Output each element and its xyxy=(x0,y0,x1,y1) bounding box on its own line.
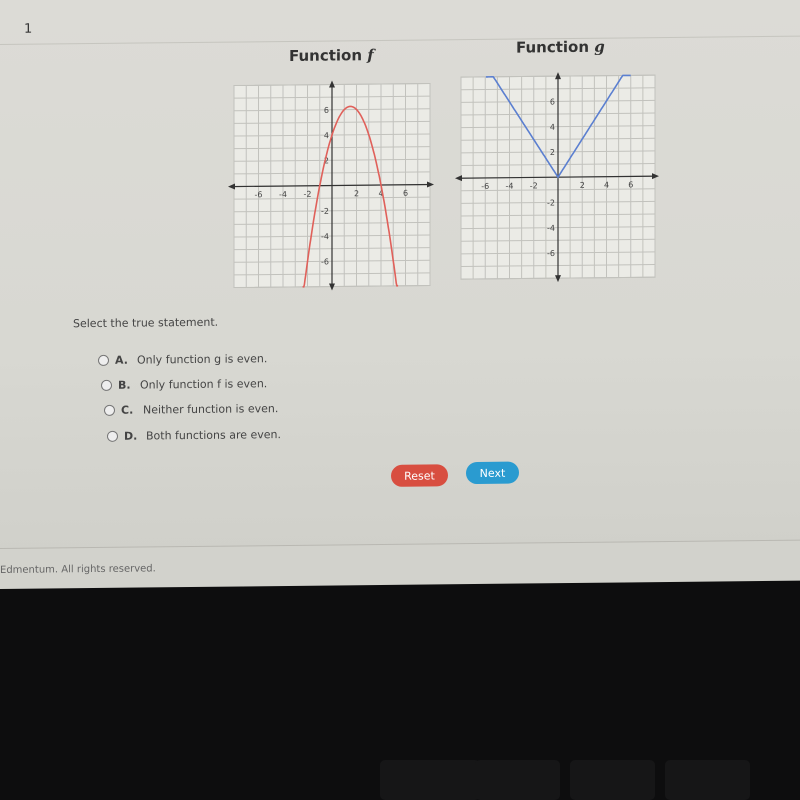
graph-f-title-var: f xyxy=(367,46,374,65)
graph-g-title-text: Function xyxy=(516,37,590,57)
graph-g-title-var: g xyxy=(594,37,605,56)
option-b-text: Only function f is even. xyxy=(140,377,268,392)
radio-c[interactable] xyxy=(104,404,115,416)
x-tick-label: -6 xyxy=(481,182,489,191)
option-b[interactable]: B. Only function f is even. xyxy=(101,377,267,392)
option-c-letter: C. xyxy=(121,403,134,417)
option-d-letter: D. xyxy=(124,429,138,443)
x-tick-label: -4 xyxy=(279,190,287,199)
x-tick-label: 6 xyxy=(628,180,633,189)
question-header: 1 xyxy=(0,0,800,46)
laptop-keyboard xyxy=(0,690,800,800)
y-tick-label: 4 xyxy=(550,123,555,132)
copyright-text: Edmentum. All rights reserved. xyxy=(0,563,156,576)
y-tick-label: -6 xyxy=(547,249,555,258)
question-prompt: Select the true statement. xyxy=(73,315,219,331)
option-d[interactable]: D. Both functions are even. xyxy=(107,428,281,443)
keyboard-key xyxy=(380,760,480,800)
y-tick-label: 6 xyxy=(550,97,555,106)
y-tick-label: 6 xyxy=(324,106,329,115)
x-axis-arrow-left xyxy=(228,183,235,190)
graph-g: -6 -4 -2 2 4 6 -6 -4 -2 2 4 6 xyxy=(455,72,659,283)
y-tick-label: -4 xyxy=(547,224,555,233)
next-button[interactable]: Next xyxy=(466,461,519,485)
x-tick-label: -2 xyxy=(530,181,538,190)
y-tick-label: -4 xyxy=(321,232,329,241)
reset-button[interactable]: Reset xyxy=(391,464,448,487)
y-tick-label: -6 xyxy=(321,257,329,266)
x-tick-label: -6 xyxy=(255,190,263,199)
option-c-text: Neither function is even. xyxy=(143,402,279,417)
radio-a[interactable] xyxy=(98,354,109,366)
radio-b[interactable] xyxy=(101,379,112,391)
x-tick-label: -4 xyxy=(506,182,514,191)
x-tick-label: -2 xyxy=(304,190,312,199)
option-b-letter: B. xyxy=(118,378,131,392)
x-tick-label: 2 xyxy=(580,181,585,190)
option-a-text: Only function g is even. xyxy=(137,352,268,367)
y-tick-label: 4 xyxy=(324,131,329,140)
radio-d[interactable] xyxy=(107,430,118,442)
browser-page: 1 Function f -6 -4 -2 2 4 6 -6 -4 -2 2 4 6 Function… xyxy=(0,0,800,589)
option-a[interactable]: A. Only function g is even. xyxy=(98,352,267,367)
graph-g-title: Function g xyxy=(516,38,605,57)
question-number: 1 xyxy=(24,21,33,37)
x-tick-label: 6 xyxy=(403,189,408,198)
y-tick-label: -2 xyxy=(321,207,329,216)
option-c[interactable]: C. Neither function is even. xyxy=(104,402,278,417)
y-tick-label: 2 xyxy=(550,148,555,157)
graph-f: -6 -4 -2 2 4 6-6-4-2246 xyxy=(228,80,434,291)
keyboard-key xyxy=(570,760,655,800)
x-axis-arrow-left xyxy=(455,175,462,182)
graph-f-title-text: Function xyxy=(289,46,363,65)
keyboard-key xyxy=(475,760,560,800)
graph-f-title: Function f xyxy=(289,46,374,65)
y-tick-label: -2 xyxy=(547,198,555,207)
keyboard-key xyxy=(665,760,750,800)
page-footer: Edmentum. All rights reserved. xyxy=(0,539,800,589)
option-a-letter: A. xyxy=(115,353,128,367)
option-d-text: Both functions are even. xyxy=(146,428,282,443)
x-tick-label: 2 xyxy=(354,189,359,198)
x-tick-label: 4 xyxy=(604,181,609,190)
